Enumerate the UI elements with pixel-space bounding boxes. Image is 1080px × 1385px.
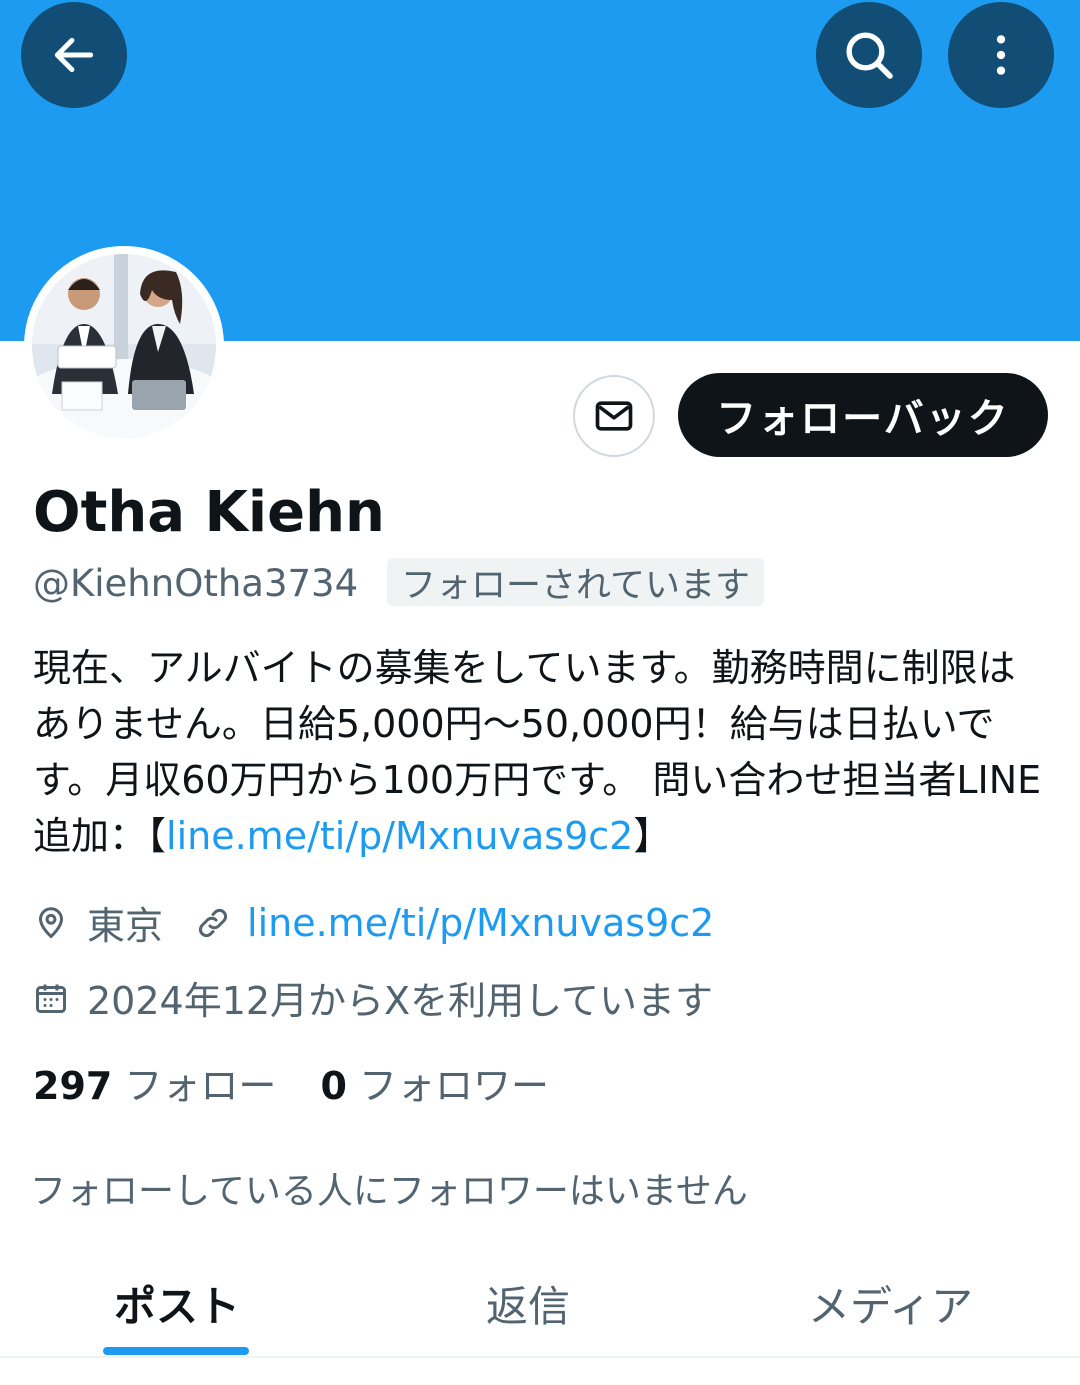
following-link[interactable]: 297 フォロー (33, 1055, 276, 1110)
following-label: フォロー (124, 1064, 277, 1108)
follows-you-badge: フォローされています (387, 558, 764, 606)
avatar-image (32, 254, 216, 438)
tab-replies[interactable]: 返信 (486, 1273, 570, 1334)
location-text: 東京 (87, 904, 164, 948)
mutual-followers-note: フォローしている人にフォロワーはいません (30, 1171, 748, 1212)
handle: @KiehnOtha3734 (33, 562, 359, 605)
bio-link[interactable]: line.me/ti/p/Mxnuvas9c2 (166, 814, 633, 858)
mail-icon (595, 401, 633, 431)
tab-posts[interactable]: ポスト (114, 1273, 240, 1334)
bio: 現在、アルバイトの募集をしています。勤務時間に制限はありません。日給5,000円… (33, 640, 1053, 864)
search-button[interactable] (816, 2, 922, 108)
avatar[interactable] (24, 246, 224, 446)
profile-tabs: ポスト 返信 メディア (0, 1255, 1080, 1355)
followers-count: 0 (320, 1064, 347, 1108)
followers-label: フォロワー (358, 1064, 549, 1108)
website-link[interactable]: line.me/ti/p/Mxnuvas9c2 (247, 901, 714, 945)
tab-media[interactable]: メディア (808, 1273, 973, 1334)
message-button[interactable] (573, 375, 655, 457)
calendar-icon (36, 984, 66, 1013)
joined-row: 2024年12月からXを利用しています (33, 970, 713, 1025)
following-count: 297 (33, 1064, 113, 1108)
joined-text: 2024年12月からXを利用しています (87, 979, 713, 1023)
follow-back-button[interactable]: フォローバック (678, 373, 1048, 457)
more-button[interactable] (948, 2, 1054, 108)
more-vertical-icon (996, 35, 1006, 75)
search-icon (846, 32, 893, 79)
location-icon (38, 906, 64, 939)
link-icon (199, 908, 228, 937)
back-button[interactable] (21, 2, 127, 108)
tabs-divider (0, 1356, 1080, 1358)
display-name: Otha Kiehn (33, 480, 385, 545)
follow-stats: 297 フォロー 0 フォロワー (33, 1055, 549, 1110)
followers-link[interactable]: 0 フォロワー (320, 1055, 549, 1110)
arrow-left-icon (54, 37, 94, 73)
active-tab-indicator (103, 1347, 249, 1355)
profile-meta-row: 東京 line.me/ti/p/Mxnuvas9c2 (33, 895, 714, 950)
bio-suffix: 】 (633, 814, 672, 858)
